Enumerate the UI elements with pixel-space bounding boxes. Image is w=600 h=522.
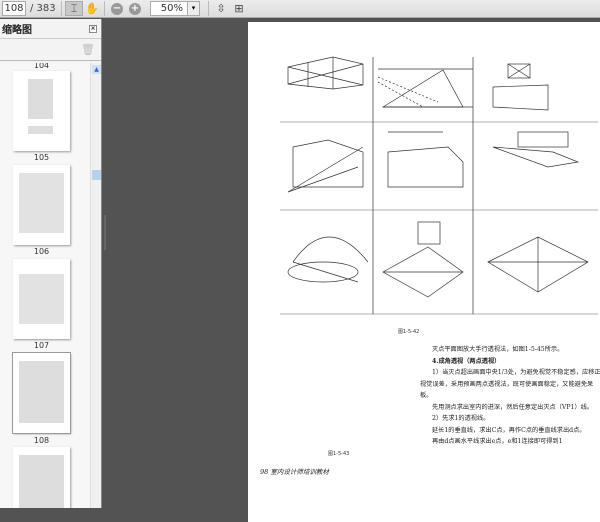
paragraph: 先用测点求出室内的进深，然后任意定出灭点（VP1）线。: [432, 403, 594, 411]
thumbnail-page-105[interactable]: [13, 165, 70, 245]
fit-page-icon: ⇳: [216, 2, 226, 15]
page-body-text: 灭点平面图放大手行透视法，如图1-5-45所示。 4.成角透视（两点透视） 1）…: [420, 344, 600, 448]
page-total: / 383: [30, 3, 56, 14]
zoom-out-button[interactable]: −: [108, 1, 126, 16]
thumbnail-label: 108: [33, 436, 50, 445]
divider: [104, 1, 105, 16]
page-footer: 98 室内设计师培训教材: [260, 468, 329, 476]
thumbnail-page-104[interactable]: [13, 71, 70, 151]
minus-icon: −: [111, 2, 123, 15]
thumbnail-label: 106: [33, 247, 50, 256]
pdf-page: 图1-5-42 图1-5-43 灭点平面图放大手行透视法，如图1-5-45所示。…: [248, 22, 600, 522]
paragraph: 再由d点画水平线求出e点，e和1连接即可得到1: [432, 438, 563, 445]
divider: [61, 1, 62, 16]
panel-title: 缩略图: [2, 25, 32, 36]
zoom-dropdown[interactable]: ▾: [188, 1, 200, 16]
figure-caption: 图1-5-43: [328, 451, 350, 457]
section-heading: 4.成角透视（两点透视）: [432, 357, 501, 365]
zoom-input[interactable]: 50%: [150, 1, 188, 16]
panel-splitter[interactable]: [104, 215, 106, 250]
fit-width-button[interactable]: ⊞: [230, 1, 248, 16]
thumbnail-page-106[interactable]: [13, 259, 70, 339]
trash-icon[interactable]: 🗑: [81, 43, 95, 56]
hand-icon: ✋: [85, 2, 99, 15]
thumbnail-scrollbar[interactable]: ▲: [90, 63, 101, 508]
fit-width-icon: ⊞: [234, 2, 244, 15]
paragraph: 延长1的垂直线，求出C点，再作C点的垂直线求出d点。: [432, 426, 586, 434]
thumbnail-list: 104 105 106 107 108: [0, 63, 90, 508]
paragraph: 灭点平面图放大手行透视法，如图1-5-45所示。: [432, 346, 564, 353]
fit-page-button[interactable]: ⇳: [212, 1, 230, 16]
thumbnail-label: 107: [33, 341, 50, 350]
scroll-thumb[interactable]: [92, 170, 101, 180]
figure-perspective-grid: [280, 56, 598, 315]
plus-icon: +: [129, 2, 141, 15]
thumbnails-panel: 缩略图 × 🗑 104 105 106 107 108 ▲: [0, 19, 102, 508]
hand-tool-button[interactable]: ✋: [83, 1, 101, 16]
figure-caption: 图1-5-42: [398, 329, 420, 335]
thumbnail-page-108[interactable]: [13, 447, 70, 508]
toolbar: 108 / 383 ⌶ ✋ − + 50% ▾ ⇳ ⊞: [0, 0, 600, 18]
thumbnail-label: 105: [33, 153, 50, 162]
close-panel-button[interactable]: ×: [89, 24, 97, 33]
thumbnail-label: 104: [33, 63, 50, 70]
thumbnail-page-107[interactable]: [12, 352, 71, 434]
scroll-up-icon[interactable]: ▲: [92, 65, 101, 74]
page-number-input[interactable]: 108: [2, 1, 26, 16]
divider: [208, 1, 209, 16]
select-tool-button[interactable]: ⌶: [65, 1, 83, 16]
paragraph: 2）先求1的透视线。: [432, 415, 490, 422]
paragraph: 1）当灭点超出画面中央1/3处，为避免视觉不稳定感，应移正视觉误差，采用预画两点…: [420, 369, 600, 399]
zoom-in-button[interactable]: +: [126, 1, 144, 16]
cursor-icon: ⌶: [70, 1, 78, 15]
